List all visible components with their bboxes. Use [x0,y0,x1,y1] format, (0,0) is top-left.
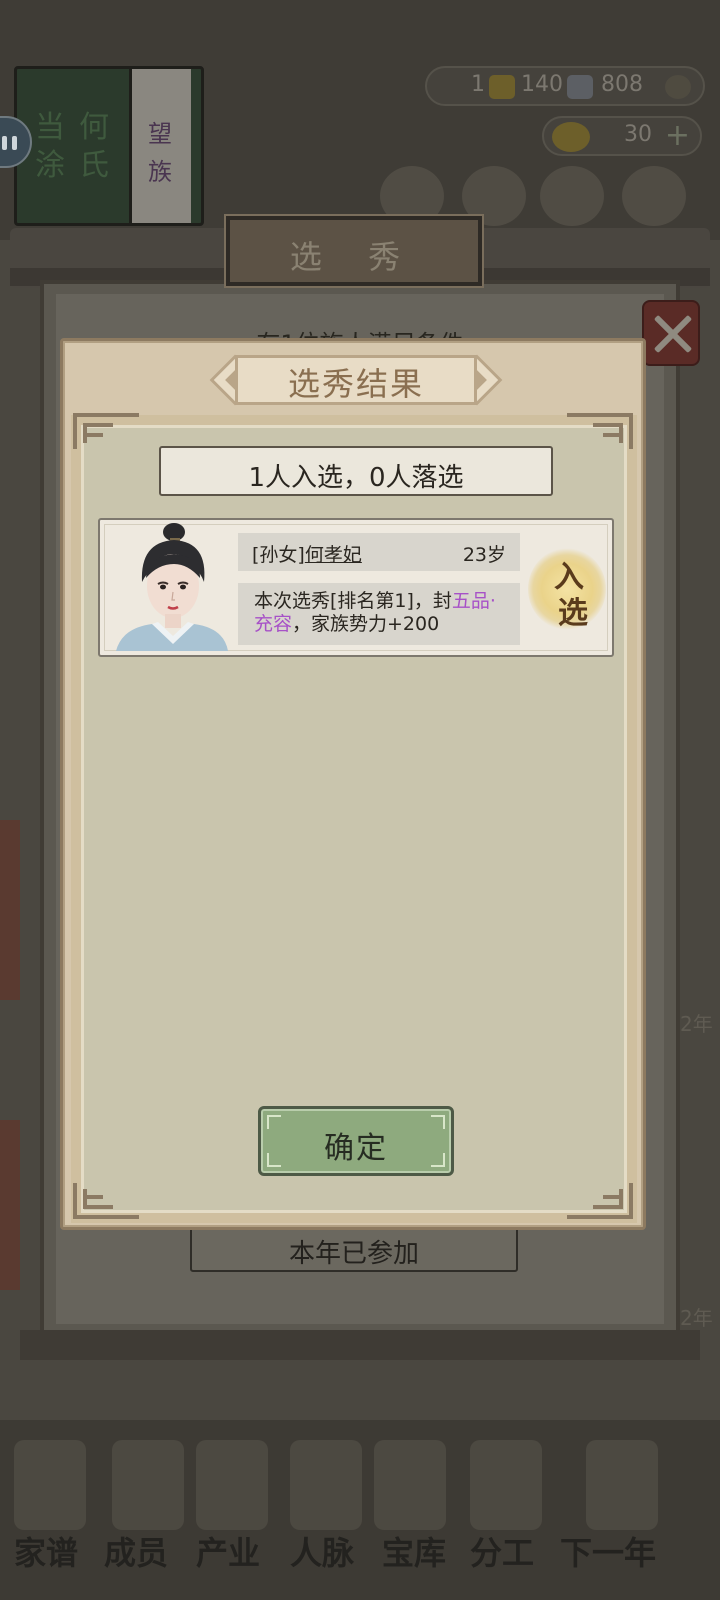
seal-char-bottom: 选 [558,596,588,631]
panel-title: 选 秀 [289,238,419,276]
result-card: [孙女]何孝妃 23岁 本次选秀[排名第1]，封五品·充容，家族势力+200 入… [98,518,614,657]
nav-property[interactable]: 产业 [196,1528,260,1574]
joined-this-year-button[interactable]: 本年已参加 [190,1226,518,1272]
dialog-title-plaque: 选秀结果 [209,354,503,406]
character-name-box: [孙女]何孝妃 23岁 [238,533,520,571]
side-year-1: 2年 [680,1012,713,1036]
resource-bar: 1 140 808 [425,66,705,106]
summary-box: 1人入选，0人落选 [159,446,553,496]
book-spine-label: 望族 [148,120,172,186]
selected-seal: 入 选 [528,548,606,631]
book-title-right: 何氏 [79,110,109,183]
resource-1-count: 1 [471,72,485,97]
result-description: 本次选秀[排名第1]，封五品·充容，家族势力+200 [254,590,510,636]
nav-next-year-icon [586,1440,658,1530]
joined-button-label: 本年已参加 [288,1239,419,1269]
close-icon[interactable] [642,300,700,366]
corner-ornament-br [567,1183,633,1219]
gold-count: 30 [624,122,652,147]
character-name-link[interactable]: 何孝妃 [305,544,362,566]
left-side-decoration [0,820,20,1000]
book-title-left: 当涂 [35,110,65,183]
side-year-2: 2年 [680,1306,713,1330]
nav-network-icon [290,1440,362,1530]
nav-property-icon [196,1440,268,1530]
confirm-button-label: 确定 [324,1131,388,1166]
dialog-title: 选秀结果 [287,365,424,403]
nav-next-year[interactable]: 下一年 [560,1528,656,1574]
confirm-button[interactable]: 确定 [258,1106,454,1176]
corner-ornament-bl [73,1183,139,1219]
panel-title-plaque: 选 秀 [224,214,484,288]
selection-result-dialog: 选秀结果 1人入选，0人落选 [孙女]何孝妃 23岁 本次选秀[排名第1]，封五… [60,338,646,1230]
lantern-icon[interactable] [622,166,686,226]
ticket-icon [489,75,515,99]
book-spine: 望族 [129,69,191,223]
nav-genealogy[interactable]: 家谱 [14,1528,78,1574]
nav-division[interactable]: 分工 [470,1528,534,1574]
gold-bar: 30 + [542,116,702,156]
nav-members-icon [112,1440,184,1530]
resource-2-count: 140 [521,72,563,97]
family-book[interactable]: 当涂 何氏 望族 [14,66,204,226]
left-side-decoration-2 [0,1120,20,1290]
panel-base [20,1330,700,1360]
character-age: 23岁 [462,544,506,566]
nav-network[interactable]: 人脉 [290,1528,354,1574]
character-relation: [孙女] [252,544,305,566]
summary-text: 1人入选，0人落选 [248,463,464,493]
resource-3-count: 808 [601,72,643,97]
nav-treasury[interactable]: 宝库 [382,1528,446,1574]
result-description-box: 本次选秀[排名第1]，封五品·充容，家族势力+200 [238,583,520,645]
tea-icon[interactable] [540,166,604,226]
nav-members[interactable]: 成员 [104,1528,168,1574]
description-prefix: 本次选秀[排名第1]，封 [254,590,452,612]
description-suffix: ，家族势力+200 [292,613,440,635]
nav-genealogy-icon [14,1440,86,1530]
corner-ornament-tr [567,413,633,449]
nav-division-icon [470,1440,542,1530]
coin-icon [665,75,691,99]
gold-ingot-icon [552,122,590,152]
silver-icon [567,75,593,99]
nav-treasury-icon [374,1440,446,1530]
character-portrait [112,520,228,651]
corner-ornament-tl [73,413,139,449]
add-gold-icon[interactable]: + [665,120,690,152]
